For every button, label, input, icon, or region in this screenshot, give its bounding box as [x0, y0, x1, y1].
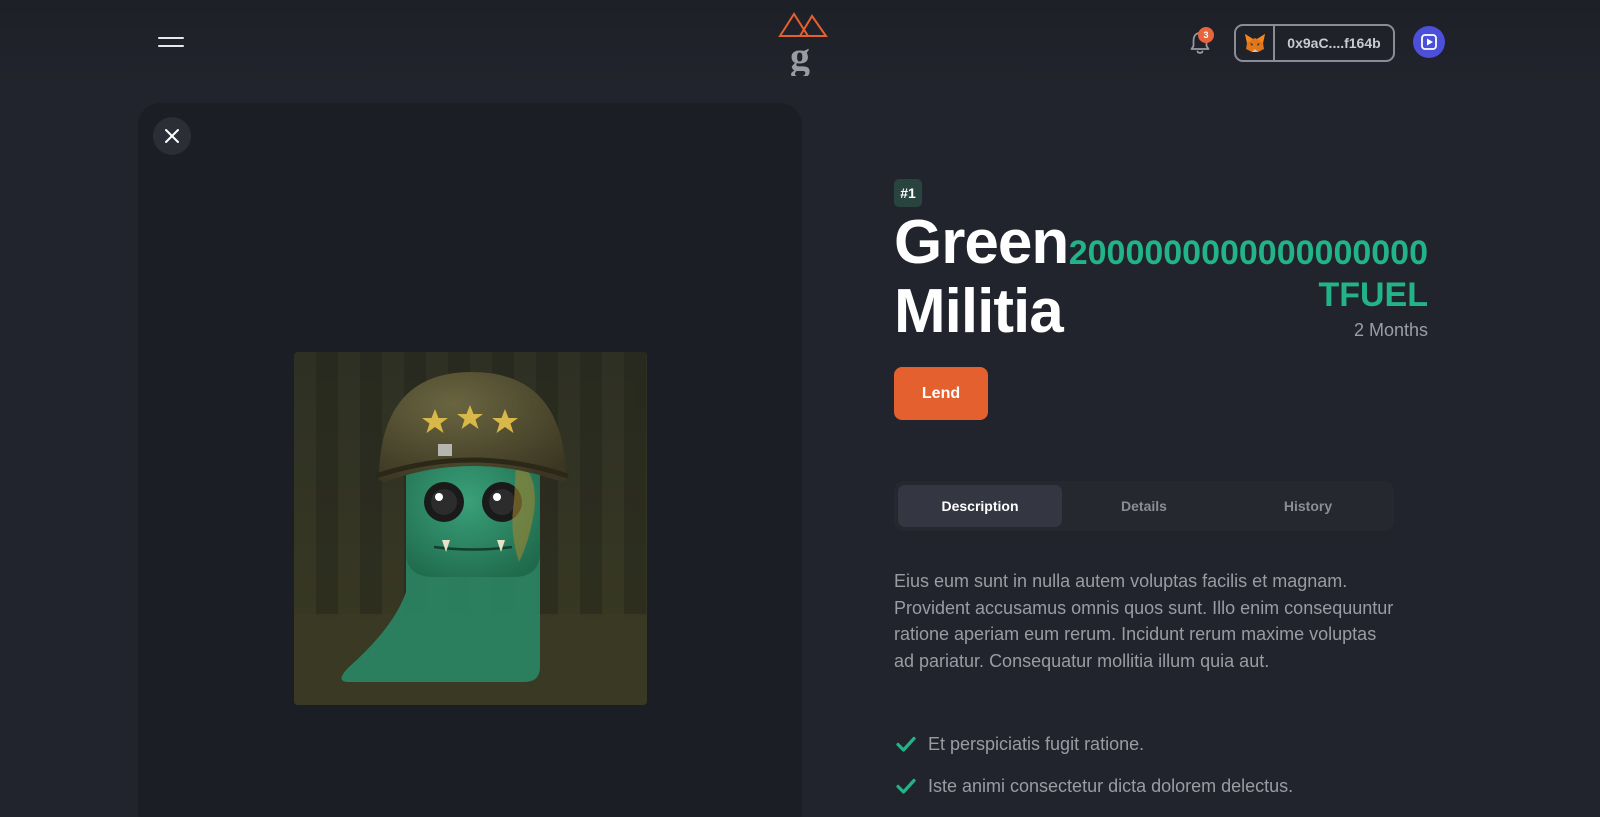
checklist-item-text: Et perspiciatis fugit ratione. [928, 733, 1145, 754]
lend-button[interactable]: Lend [894, 367, 988, 420]
rental-price: 2000000000000000000 TFUEL [1060, 232, 1428, 316]
checkmark-icon [896, 778, 916, 794]
nft-preview-panel [138, 103, 802, 817]
description-text: Eius eum sunt in nulla autem voluptas fa… [894, 571, 1394, 671]
close-icon [165, 129, 179, 143]
rental-duration: 2 Months [1353, 320, 1428, 340]
tab-details[interactable]: Details [1062, 485, 1226, 527]
svg-text:g: g [790, 34, 810, 76]
info-tabs: Description Details History [894, 481, 1394, 531]
nft-image [294, 352, 647, 705]
profile-avatar[interactable] [1413, 26, 1445, 58]
top-header: g 3 0x9aC....f164b [0, 0, 1600, 84]
close-button[interactable] [153, 117, 191, 155]
nft-title: Green Militia [894, 208, 1069, 346]
price-amount: 2000000000000000000 [1068, 234, 1428, 272]
checkmark-icon [896, 736, 916, 752]
hamburger-menu-icon[interactable] [158, 34, 186, 52]
price-currency: TFUEL [1318, 276, 1428, 314]
token-id-badge: #1 [894, 179, 922, 207]
wallet-address-text: 0x9aC....f164b [1287, 35, 1381, 51]
brand-logo[interactable]: g [778, 10, 828, 76]
metamask-fox-icon [1236, 26, 1275, 60]
checklist-item-text: Iste animi consectetur dicta dolorem del… [928, 775, 1294, 796]
tab-history[interactable]: History [1226, 485, 1390, 527]
checklist-item: Et perspiciatis fugit ratione. [894, 732, 1144, 756]
tab-description[interactable]: Description [898, 485, 1062, 527]
play-icon [1421, 34, 1437, 50]
checklist-item: Iste animi consectetur dicta dolorem del… [894, 774, 1293, 798]
wallet-connect-button[interactable]: 0x9aC....f164b [1234, 24, 1395, 62]
notification-count-badge: 3 [1198, 27, 1214, 43]
